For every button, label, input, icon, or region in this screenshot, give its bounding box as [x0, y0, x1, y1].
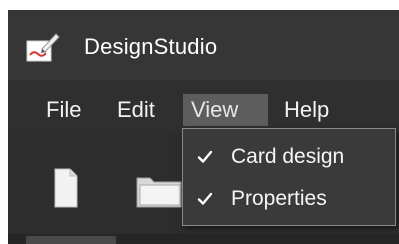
menu-file[interactable]: File [38, 94, 89, 126]
menu-view[interactable]: View [183, 94, 268, 126]
menu-item-card-design[interactable]: Card design [183, 137, 395, 177]
menu-edit[interactable]: Edit [109, 94, 163, 126]
view-dropdown-menu: Card design Properties [182, 128, 396, 226]
menu-item-properties[interactable]: Properties [183, 179, 395, 219]
new-document-icon[interactable] [54, 168, 78, 213]
checkmark-icon [195, 179, 215, 219]
app-edit-icon [26, 31, 60, 63]
menu-item-label: Properties [231, 187, 327, 210]
title-bar: DesignStudio [8, 10, 399, 80]
menu-help[interactable]: Help [276, 94, 337, 126]
checkmark-icon [195, 137, 215, 177]
app-title: DesignStudio [84, 34, 218, 59]
panel-tab[interactable] [26, 236, 116, 244]
menu-item-label: Card design [231, 145, 345, 168]
open-folder-icon[interactable] [136, 172, 182, 213]
